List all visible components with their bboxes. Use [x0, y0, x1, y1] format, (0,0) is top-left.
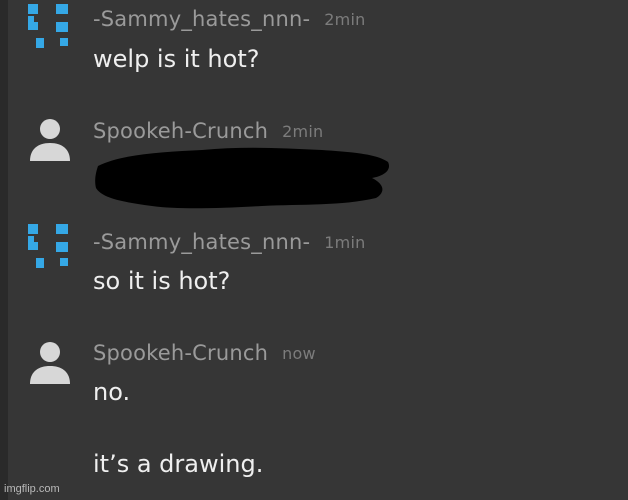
left-rail — [0, 0, 8, 500]
message-text: welp is it hot? — [93, 45, 260, 73]
watermark: imgflip.com — [4, 483, 60, 495]
default-user-icon[interactable] — [26, 115, 74, 163]
message-timestamp: 2min — [324, 10, 366, 29]
message-timestamp: 1min — [324, 233, 366, 252]
default-user-icon[interactable] — [26, 338, 74, 386]
message-text-line: no. — [93, 378, 131, 406]
author-name[interactable]: Spookeh-Crunch — [93, 341, 268, 365]
redaction-scribble — [95, 147, 390, 209]
message-text-line: it’s a drawing. — [93, 450, 264, 478]
message-timestamp: now — [282, 344, 316, 363]
author-name[interactable]: -Sammy_hates_nnn- — [93, 7, 310, 31]
message-timestamp: 2min — [282, 122, 324, 141]
pixel-avatar-icon[interactable] — [26, 2, 74, 50]
author-name[interactable]: -Sammy_hates_nnn- — [93, 230, 310, 254]
message-text: so it is hot? — [93, 267, 231, 295]
pixel-avatar-icon[interactable] — [26, 222, 74, 270]
